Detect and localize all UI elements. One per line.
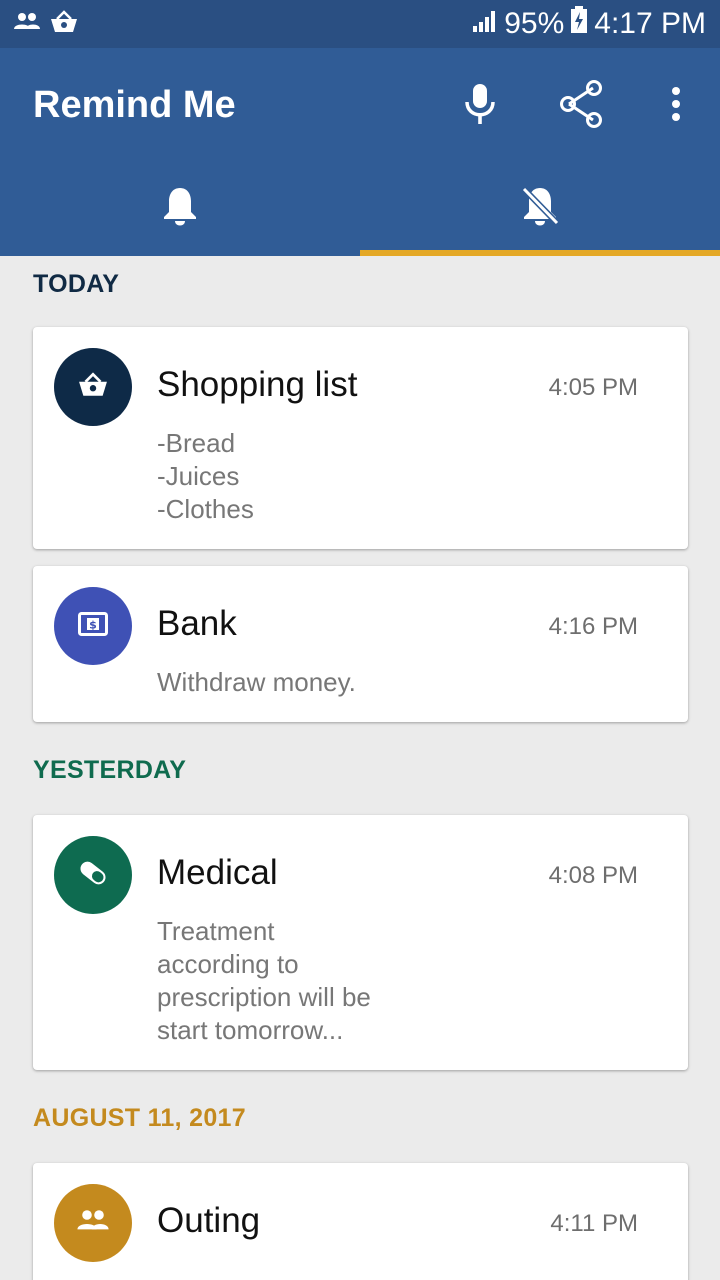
reminder-card-medical[interactable]: Medical 4:08 PM Treatment according to p… [33, 815, 688, 1070]
section-header-today: TODAY [33, 270, 120, 298]
reminder-card-shopping-list[interactable]: Shopping list 4:05 PM -Bread -Juices -Cl… [33, 327, 688, 549]
reminder-note: Withdraw money. [157, 666, 477, 699]
reminder-card-bank[interactable]: $ Bank 4:16 PM Withdraw money. [33, 566, 688, 722]
svg-text:$: $ [89, 618, 97, 631]
tab-active-reminders[interactable] [0, 160, 360, 256]
reminder-time: 4:11 PM [550, 1210, 638, 1237]
status-system-icons: 95% 4:17 PM [472, 6, 706, 42]
battery-percentage: 95% [504, 7, 565, 40]
share-button[interactable] [553, 78, 609, 134]
section-header-yesterday: YESTERDAY [33, 756, 187, 784]
tab-dismissed-reminders[interactable] [360, 160, 720, 256]
reminder-note: -Bread -Juices -Clothes [157, 427, 417, 526]
tab-bar [0, 160, 720, 256]
reminder-note: Treatment according to prescription will… [157, 915, 417, 1047]
note-line: -Juices [157, 461, 240, 491]
reminder-title: Shopping list [157, 365, 358, 404]
share-icon [557, 79, 605, 134]
reminder-time: 4:05 PM [548, 374, 638, 401]
section-header-august-11-2017: AUGUST 11, 2017 [33, 1104, 246, 1132]
basket-icon [50, 9, 78, 39]
microphone-icon [464, 83, 496, 130]
note-line: Treatment [157, 916, 275, 946]
people-icon [77, 1209, 109, 1238]
category-avatar [54, 836, 132, 914]
battery-charging-icon [570, 6, 588, 42]
reminder-title: Outing [157, 1201, 261, 1240]
reminder-time: 4:16 PM [548, 613, 638, 640]
basket-icon [78, 371, 108, 403]
status-notification-icons [14, 9, 78, 39]
money-icon: $ [78, 611, 108, 641]
category-avatar: $ [54, 587, 132, 665]
note-line: Withdraw money. [157, 667, 356, 697]
note-line: -Bread [157, 428, 236, 458]
app-bar: Remind Me [0, 48, 720, 256]
category-avatar [54, 1184, 132, 1262]
status-clock: 4:17 PM [594, 7, 706, 40]
note-line: start tomorrow... [157, 1015, 344, 1045]
people-icon [14, 12, 40, 37]
reminder-title: Bank [157, 604, 237, 643]
category-avatar [54, 348, 132, 426]
reminder-card-outing[interactable]: Outing 4:11 PM [33, 1163, 688, 1280]
pill-icon [76, 856, 110, 895]
bell-icon [162, 185, 198, 232]
reminder-list[interactable]: TODAY Shopping list 4:05 PM -Bread -Juic… [0, 256, 720, 1280]
more-vert-icon [671, 86, 681, 127]
note-line: according to [157, 949, 299, 979]
bell-off-icon [520, 185, 560, 232]
reminder-title: Medical [157, 853, 278, 892]
signal-icon [472, 7, 498, 41]
note-line: prescription will be [157, 982, 371, 1012]
status-bar: 95% 4:17 PM [0, 0, 720, 48]
reminder-time: 4:08 PM [548, 862, 638, 889]
app-title: Remind Me [33, 84, 236, 126]
voice-input-button[interactable] [452, 78, 508, 134]
overflow-menu-button[interactable] [648, 78, 704, 134]
note-line: -Clothes [157, 494, 254, 524]
